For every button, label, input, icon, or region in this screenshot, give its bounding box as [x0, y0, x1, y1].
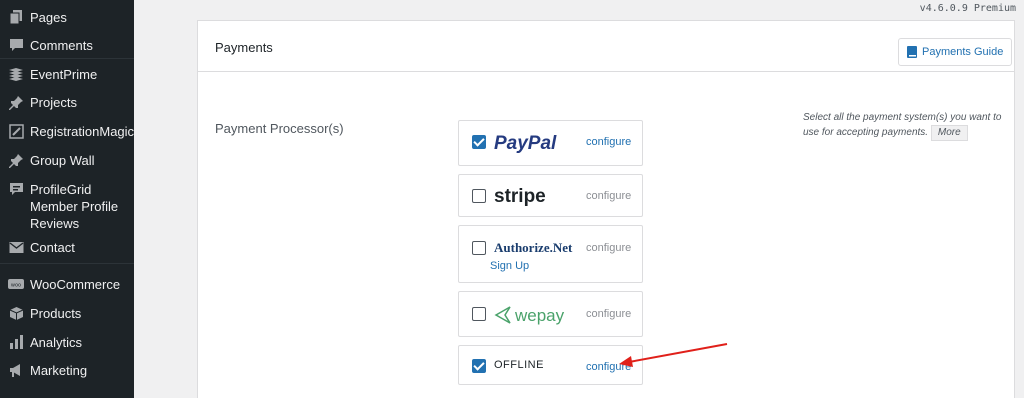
- sidebar-item-analytics[interactable]: Analytics: [0, 334, 134, 351]
- sidebar-item-comments[interactable]: Comments: [0, 37, 134, 54]
- version-label: v4.6.0.9 Premium: [919, 3, 1016, 14]
- payments-panel: Payments Payments Guide Payment Processo…: [197, 20, 1015, 398]
- paypal-logo: PayPal: [494, 131, 572, 160]
- megaphone-icon: [8, 362, 24, 378]
- sidebar-item-label: Analytics: [30, 335, 83, 350]
- sidebar-separator: [0, 58, 134, 59]
- wepay-mark-icon: [494, 306, 511, 324]
- more-button[interactable]: More: [930, 125, 968, 141]
- pin-icon: [8, 152, 24, 168]
- wepay-logo: wepay: [494, 303, 572, 332]
- sidebar-item-label: Contact: [30, 240, 75, 255]
- help-text: Select all the payment system(s) you wan…: [803, 112, 1002, 138]
- panel-header: Payments Payments Guide: [198, 21, 1014, 72]
- authorizenet-configure-link[interactable]: configure: [586, 242, 631, 254]
- products-icon: [8, 305, 24, 321]
- sidebar-item-pages[interactable]: Pages: [0, 9, 134, 26]
- pages-icon: [8, 9, 24, 25]
- sidebar-item-label: Projects: [30, 95, 77, 110]
- stripe-logo: stripe: [494, 184, 554, 213]
- offline-label: OFFLINE: [494, 359, 544, 371]
- sidebar-item-label: Comments: [30, 38, 93, 53]
- processor-help-text: Select all the payment system(s) you wan…: [803, 110, 1008, 141]
- payment-processor-label: Payment Processor(s): [215, 121, 344, 136]
- sidebar-item-label: Group Wall: [30, 153, 95, 168]
- sidebar-item-label: EventPrime: [30, 67, 98, 82]
- panel-title: Payments: [215, 40, 273, 55]
- payments-guide-button[interactable]: Payments Guide: [898, 38, 1013, 66]
- processor-stripe: stripe configure: [458, 174, 643, 217]
- paypal-checkbox[interactable]: [472, 135, 486, 149]
- authorizenet-checkbox[interactable]: [472, 241, 486, 255]
- wepay-configure-link[interactable]: configure: [586, 308, 631, 320]
- offline-checkbox[interactable]: [472, 359, 486, 373]
- annotation-arrow: [619, 343, 728, 367]
- sidebar-item-woocommerce[interactable]: woo WooCommerce: [0, 276, 134, 293]
- guide-button-label: Payments Guide: [922, 46, 1004, 58]
- sidebar-item-profilegrid-reviews[interactable]: ProfileGrid Member Profile Reviews: [0, 181, 134, 232]
- svg-text:stripe: stripe: [494, 186, 546, 207]
- sidebar-item-projects[interactable]: Projects: [0, 94, 134, 111]
- processor-authorizenet: Authorize.Net Sign Up configure: [458, 225, 643, 283]
- svg-text:PayPal: PayPal: [494, 133, 557, 154]
- svg-text:Authorize.Net: Authorize.Net: [494, 240, 573, 255]
- sidebar-item-products[interactable]: Products: [0, 305, 134, 322]
- sidebar-item-group-wall[interactable]: Group Wall: [0, 152, 134, 169]
- sidebar-item-label: WooCommerce: [30, 277, 121, 292]
- sidebar-separator: [0, 263, 134, 264]
- sidebar-item-label: ProfileGrid Member Profile Reviews: [30, 182, 119, 231]
- analytics-icon: [8, 334, 24, 350]
- stripe-checkbox[interactable]: [472, 189, 486, 203]
- svg-text:wepay: wepay: [514, 306, 565, 325]
- stripe-configure-link[interactable]: configure: [586, 190, 631, 202]
- sidebar-item-eventprime[interactable]: EventPrime: [0, 66, 134, 83]
- paypal-configure-link[interactable]: configure: [586, 136, 631, 148]
- reviews-icon: [8, 181, 24, 197]
- pin-icon: [8, 94, 24, 110]
- authorizenet-logo: Authorize.Net: [494, 239, 574, 262]
- envelope-icon: [8, 239, 24, 255]
- eventprime-icon: [8, 66, 24, 82]
- registrationmagic-icon: [8, 123, 24, 139]
- sidebar-item-label: Marketing: [30, 363, 88, 378]
- processor-paypal: PayPal configure: [458, 120, 643, 166]
- svg-text:woo: woo: [11, 282, 21, 288]
- sidebar-item-contact[interactable]: Contact: [0, 239, 134, 256]
- sidebar-item-marketing[interactable]: Marketing: [0, 362, 134, 379]
- sidebar-item-registrationmagic[interactable]: RegistrationMagic: [0, 123, 134, 140]
- sidebar-item-label: Products: [30, 306, 82, 321]
- woocommerce-icon: woo: [8, 276, 24, 292]
- processor-wepay: wepay configure: [458, 291, 643, 337]
- admin-sidebar: Pages Comments EventPrime Projects Regis…: [0, 0, 134, 398]
- wepay-checkbox[interactable]: [472, 307, 486, 321]
- book-icon: [907, 46, 917, 58]
- sidebar-item-label: RegistrationMagic: [30, 124, 135, 139]
- comments-icon: [8, 37, 24, 53]
- authorizenet-signup-link[interactable]: Sign Up: [490, 260, 529, 272]
- sidebar-item-label: Pages: [30, 10, 67, 25]
